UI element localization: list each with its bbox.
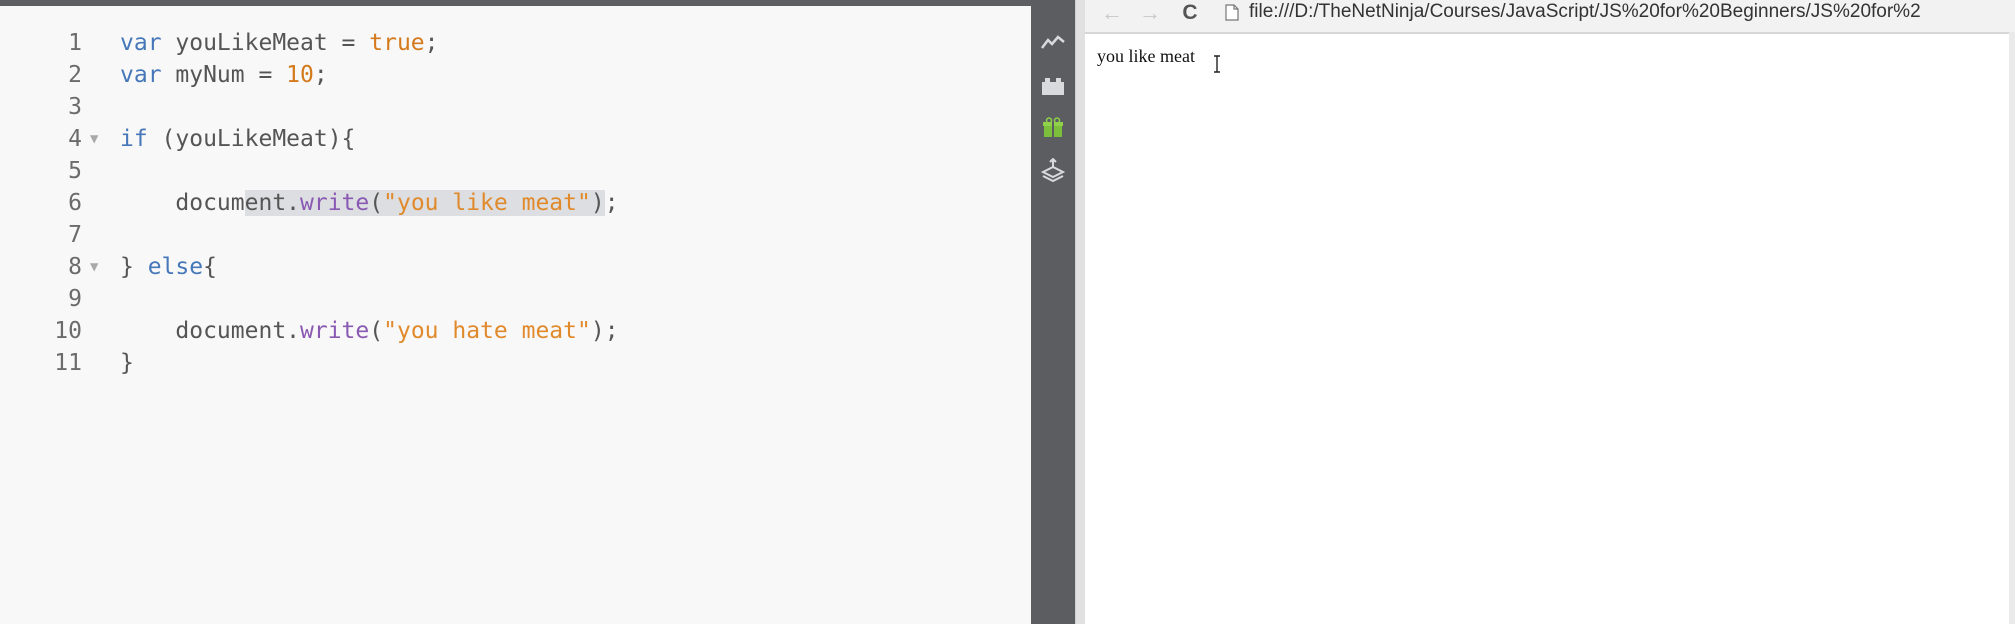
- code-token: "you like meat": [383, 190, 591, 216]
- code-text[interactable]: var youLikeMeat = true;: [120, 27, 439, 59]
- code-line[interactable]: 5: [0, 155, 1031, 187]
- line-number: 5: [68, 158, 82, 184]
- line-number: 3: [68, 94, 82, 120]
- page-file-icon: [1225, 3, 1239, 21]
- text-cursor-icon: [1212, 55, 1222, 73]
- code-token: );: [590, 318, 619, 344]
- code-token: youLikeMeat =: [175, 30, 370, 56]
- editor-top-bar: [0, 0, 1031, 6]
- code-line[interactable]: 1 var youLikeMeat = true;: [0, 27, 1031, 59]
- code-token: true: [369, 30, 425, 56]
- code-token: }: [120, 254, 148, 280]
- code-token: 10: [286, 62, 314, 88]
- code-line[interactable]: 4 ▼ if (youLikeMeat){: [0, 123, 1031, 155]
- browser-toolbar: ← → C file:///D:/TheNetNinja/Courses/Jav…: [1085, 0, 2015, 34]
- code-token: ;: [604, 190, 619, 216]
- code-token: {: [203, 254, 217, 280]
- page-output-text: you like meat: [1097, 46, 1195, 66]
- code-token: ent.: [244, 190, 301, 216]
- line-number: 8: [68, 254, 82, 280]
- code-token: var: [120, 62, 176, 88]
- code-token: docum: [120, 190, 245, 216]
- code-line[interactable]: 7: [0, 219, 1031, 251]
- line-number: 7: [68, 222, 82, 248]
- code-token: (: [369, 190, 384, 216]
- address-url[interactable]: file:///D:/TheNetNinja/Courses/JavaScrip…: [1249, 1, 1921, 23]
- code-token: ;: [424, 30, 439, 56]
- code-line[interactable]: 2 var myNum = 10;: [0, 59, 1031, 91]
- code-text[interactable]: document.write("you like meat");: [120, 187, 619, 219]
- code-token: else: [147, 254, 204, 280]
- plugin-block-icon[interactable]: [1039, 72, 1067, 100]
- code-text[interactable]: document.write("you hate meat");: [120, 315, 619, 347]
- code-token: ): [590, 190, 605, 216]
- code-line[interactable]: 3: [0, 91, 1031, 123]
- line-number: 9: [68, 286, 82, 312]
- line-number: 6: [68, 190, 82, 216]
- code-token: "you hate meat": [383, 318, 591, 344]
- code-token: ;: [313, 62, 328, 88]
- editor-tool-strip: [1031, 0, 1075, 624]
- line-number: 1: [68, 30, 82, 56]
- address-bar[interactable]: file:///D:/TheNetNinja/Courses/JavaScrip…: [1225, 0, 2015, 24]
- code-line[interactable]: 6 document.write("you like meat");: [0, 187, 1031, 219]
- code-text[interactable]: }: [120, 347, 134, 379]
- code-line[interactable]: 10 document.write("you hate meat");: [0, 315, 1031, 347]
- browser-preview: ← → C file:///D:/TheNetNinja/Courses/Jav…: [1085, 0, 2015, 624]
- code-token: (: [369, 318, 384, 344]
- line-number: 10: [54, 318, 82, 344]
- gift-icon[interactable]: [1039, 114, 1067, 142]
- code-token: (youLikeMeat){: [161, 126, 356, 152]
- code-token: document.: [120, 318, 301, 344]
- line-number: 11: [54, 350, 82, 376]
- code-token: }: [120, 350, 134, 376]
- back-arrow-icon[interactable]: ←: [1097, 0, 1127, 26]
- code-line[interactable]: 9: [0, 283, 1031, 315]
- code-token: var: [120, 30, 176, 56]
- code-token: write: [300, 318, 370, 344]
- code-text[interactable]: if (youLikeMeat){: [120, 123, 355, 155]
- code-line[interactable]: 8 ▼} else{: [0, 251, 1031, 283]
- code-editor[interactable]: 1 var youLikeMeat = true; 2 var myNum = 10;…: [0, 0, 1031, 624]
- code-token: if: [120, 126, 162, 152]
- reload-icon[interactable]: C: [1175, 0, 1205, 26]
- code-line[interactable]: 11}: [0, 347, 1031, 379]
- line-number: 2: [68, 62, 82, 88]
- code-text[interactable]: } else{: [120, 251, 217, 283]
- line-number: 4: [68, 126, 82, 152]
- fold-arrow-icon[interactable]: ▼: [90, 123, 98, 155]
- code-text[interactable]: var myNum = 10;: [120, 59, 328, 91]
- code-token: write: [300, 190, 370, 216]
- browser-scroll-edge: [2009, 32, 2015, 624]
- code-area[interactable]: 1 var youLikeMeat = true; 2 var myNum = 10;…: [0, 27, 1031, 379]
- code-token: myNum =: [175, 62, 287, 88]
- layers-upload-icon[interactable]: [1039, 156, 1067, 184]
- fold-arrow-icon[interactable]: ▼: [90, 251, 98, 283]
- forward-arrow-icon[interactable]: →: [1135, 0, 1165, 26]
- chart-line-icon[interactable]: [1039, 28, 1067, 56]
